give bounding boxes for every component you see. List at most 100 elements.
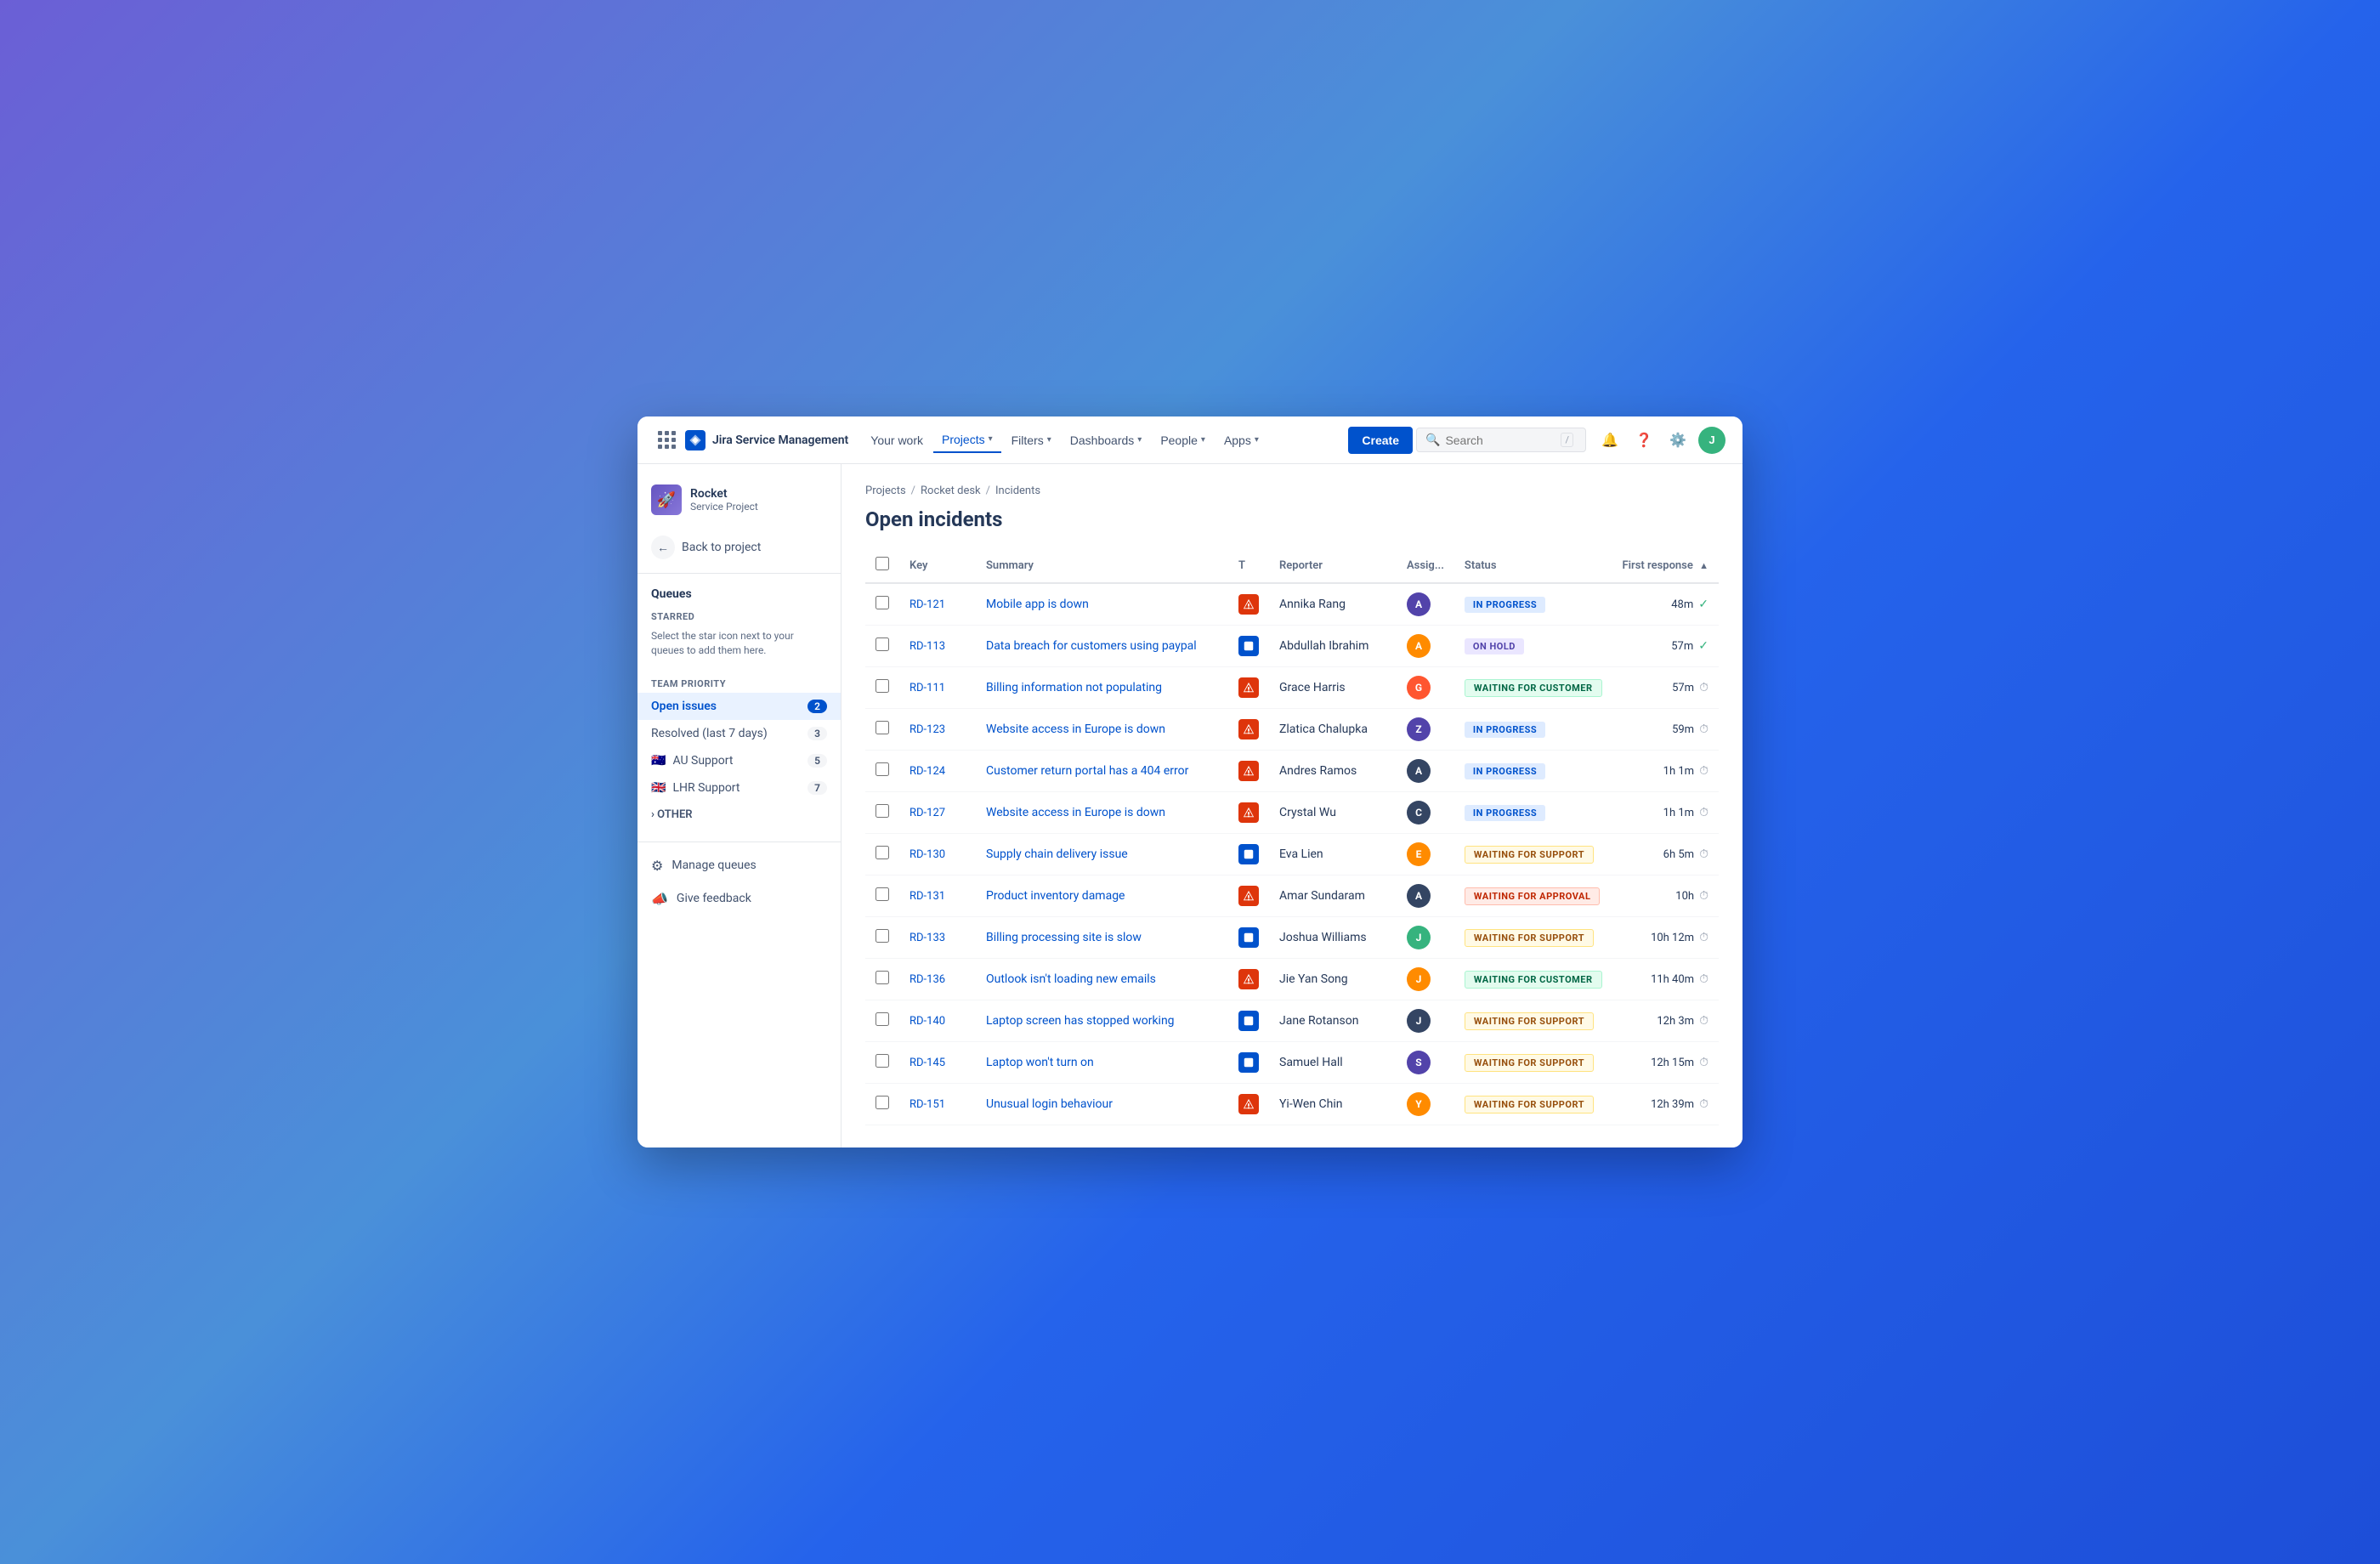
issue-key-link[interactable]: RD-124 xyxy=(910,765,945,778)
settings-button[interactable]: ⚙️ xyxy=(1664,427,1692,454)
issue-summary-link[interactable]: Website access in Europe is down xyxy=(986,806,1165,819)
assignee-cell: J xyxy=(1397,917,1454,959)
row-checkbox-cell[interactable] xyxy=(865,626,899,667)
nav-your-work[interactable]: Your work xyxy=(862,428,932,452)
issue-summary-link[interactable]: Supply chain delivery issue xyxy=(986,847,1128,861)
issue-key-link[interactable]: RD-140 xyxy=(910,1015,945,1028)
issue-summary-link[interactable]: Outlook isn't loading new emails xyxy=(986,972,1156,986)
search-box[interactable]: 🔍 / xyxy=(1416,428,1586,452)
issue-summary-link[interactable]: Product inventory damage xyxy=(986,889,1125,903)
type-cell xyxy=(1228,751,1269,792)
status-badge: WAITING FOR SUPPORT xyxy=(1465,1096,1594,1114)
issue-key-link[interactable]: RD-136 xyxy=(910,973,945,986)
sidebar-item-resolved[interactable]: Resolved (last 7 days) 3 xyxy=(638,720,841,747)
header-checkbox[interactable] xyxy=(865,548,899,583)
issue-summary-link[interactable]: Laptop won't turn on xyxy=(986,1056,1094,1069)
row-checkbox[interactable] xyxy=(876,1012,889,1026)
reporter-cell: Jie Yan Song xyxy=(1269,959,1397,1000)
grid-menu-icon[interactable] xyxy=(654,428,678,452)
jira-logo-icon xyxy=(685,430,706,450)
issue-summary-link[interactable]: Data breach for customers using paypal xyxy=(986,639,1197,653)
issue-summary-link[interactable]: Unusual login behaviour xyxy=(986,1097,1113,1111)
manage-queues-action[interactable]: ⚙ Manage queues xyxy=(638,849,841,882)
sidebar-item-lhr-support[interactable]: 🇬🇧 LHR Support 7 xyxy=(638,774,841,802)
row-checkbox[interactable] xyxy=(876,887,889,901)
other-toggle[interactable]: › OTHER xyxy=(638,802,841,828)
row-checkbox-cell[interactable] xyxy=(865,583,899,626)
row-checkbox-cell[interactable] xyxy=(865,834,899,876)
create-button[interactable]: Create xyxy=(1348,427,1413,454)
search-input[interactable] xyxy=(1445,434,1556,447)
row-checkbox[interactable] xyxy=(876,721,889,734)
row-checkbox-cell[interactable] xyxy=(865,667,899,709)
issue-summary-link[interactable]: Customer return portal has a 404 error xyxy=(986,764,1188,778)
row-checkbox[interactable] xyxy=(876,679,889,693)
sidebar-item-au-support[interactable]: 🇦🇺 AU Support 5 xyxy=(638,747,841,774)
issue-summary-link[interactable]: Laptop screen has stopped working xyxy=(986,1014,1175,1028)
issue-summary-link[interactable]: Billing information not populating xyxy=(986,681,1162,694)
row-checkbox-cell[interactable] xyxy=(865,1084,899,1125)
row-checkbox[interactable] xyxy=(876,596,889,609)
header-status[interactable]: Status xyxy=(1454,548,1612,583)
breadcrumb-rocket-desk[interactable]: Rocket desk xyxy=(921,484,981,497)
row-checkbox-cell[interactable] xyxy=(865,709,899,751)
notifications-button[interactable]: 🔔 xyxy=(1596,427,1624,454)
row-checkbox[interactable] xyxy=(876,804,889,818)
give-feedback-action[interactable]: 📣 Give feedback xyxy=(638,882,841,915)
header-summary[interactable]: Summary xyxy=(976,548,1228,583)
user-avatar[interactable]: J xyxy=(1698,427,1726,454)
first-response-value: 10h 12m ⏱ xyxy=(1623,931,1708,944)
row-checkbox-cell[interactable] xyxy=(865,959,899,1000)
issue-key-link[interactable]: RD-127 xyxy=(910,807,945,819)
issue-key-link[interactable]: RD-133 xyxy=(910,932,945,944)
sidebar: 🚀 Rocket Service Project ← Back to proje… xyxy=(638,464,842,1148)
assignee-avatar: G xyxy=(1407,676,1431,700)
project-icon: 🚀 xyxy=(651,484,682,515)
row-checkbox-cell[interactable] xyxy=(865,876,899,917)
breadcrumb-projects[interactable]: Projects xyxy=(865,484,906,497)
issue-key-link[interactable]: RD-121 xyxy=(910,598,945,611)
row-checkbox-cell[interactable] xyxy=(865,751,899,792)
issue-summary-link[interactable]: Website access in Europe is down xyxy=(986,722,1165,736)
app-logo[interactable]: Jira Service Management xyxy=(685,430,848,450)
assignee-cell: A xyxy=(1397,751,1454,792)
row-checkbox-cell[interactable] xyxy=(865,1042,899,1084)
type-cell xyxy=(1228,667,1269,709)
row-checkbox[interactable] xyxy=(876,1054,889,1068)
issue-key-link[interactable]: RD-113 xyxy=(910,640,945,653)
help-button[interactable]: ❓ xyxy=(1630,427,1658,454)
header-first-response[interactable]: First response ▲ xyxy=(1612,548,1719,583)
header-key[interactable]: Key xyxy=(899,548,976,583)
issue-key-link[interactable]: RD-111 xyxy=(910,682,945,694)
nav-filters[interactable]: Filters ▾ xyxy=(1003,428,1060,452)
table-row: RD-151 Unusual login behaviour Yi-Wen Ch… xyxy=(865,1084,1719,1125)
status-badge: WAITING FOR CUSTOMER xyxy=(1465,971,1602,989)
issue-summary-link[interactable]: Billing processing site is slow xyxy=(986,931,1142,944)
row-checkbox[interactable] xyxy=(876,1096,889,1109)
issue-summary-link[interactable]: Mobile app is down xyxy=(986,598,1089,611)
row-checkbox[interactable] xyxy=(876,846,889,859)
row-checkbox-cell[interactable] xyxy=(865,792,899,834)
nav-projects[interactable]: Projects ▾ xyxy=(933,428,1001,453)
sidebar-item-open-issues[interactable]: Open issues 2 xyxy=(638,693,841,720)
nav-dashboards[interactable]: Dashboards ▾ xyxy=(1062,428,1151,452)
row-checkbox[interactable] xyxy=(876,638,889,651)
nav-apps[interactable]: Apps ▾ xyxy=(1216,428,1267,452)
issue-key-link[interactable]: RD-130 xyxy=(910,848,945,861)
issue-key-link[interactable]: RD-151 xyxy=(910,1098,945,1111)
header-assignee[interactable]: Assig... xyxy=(1397,548,1454,583)
row-checkbox-cell[interactable] xyxy=(865,1000,899,1042)
summary-cell: Laptop screen has stopped working xyxy=(976,1000,1228,1042)
assignee-avatar: J xyxy=(1407,967,1431,991)
nav-people[interactable]: People ▾ xyxy=(1152,428,1214,452)
issue-key-link[interactable]: RD-145 xyxy=(910,1057,945,1069)
issue-key-link[interactable]: RD-123 xyxy=(910,723,945,736)
row-checkbox[interactable] xyxy=(876,971,889,984)
row-checkbox[interactable] xyxy=(876,929,889,943)
back-to-project-button[interactable]: ← Back to project xyxy=(638,529,841,574)
select-all-checkbox[interactable] xyxy=(876,557,889,570)
issue-key-link[interactable]: RD-131 xyxy=(910,890,945,903)
header-reporter[interactable]: Reporter xyxy=(1269,548,1397,583)
row-checkbox[interactable] xyxy=(876,762,889,776)
row-checkbox-cell[interactable] xyxy=(865,917,899,959)
